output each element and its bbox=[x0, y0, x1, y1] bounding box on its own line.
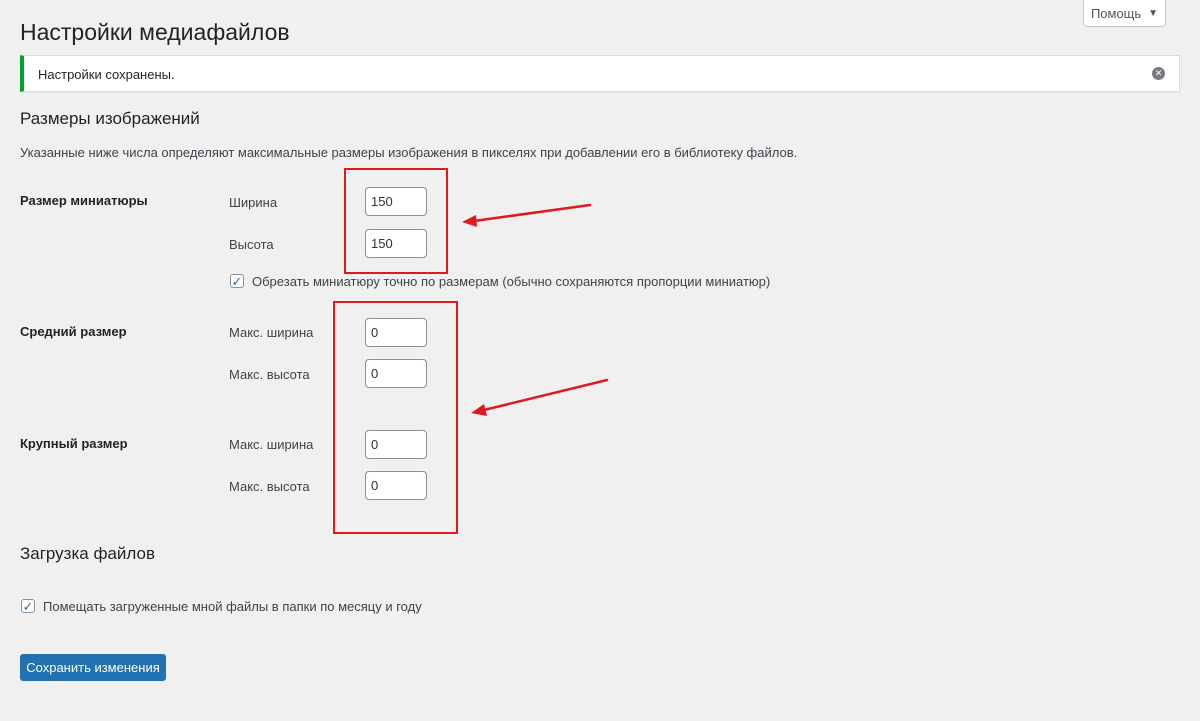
checkmark-icon: ✓ bbox=[22, 598, 34, 614]
thumbnail-width-input[interactable] bbox=[365, 187, 427, 216]
annotation-box-thumbnail bbox=[344, 168, 448, 274]
medium-size-label: Средний размер bbox=[20, 324, 127, 339]
checkmark-icon: ✓ bbox=[231, 273, 243, 289]
thumbnail-width-label: Ширина bbox=[229, 195, 278, 210]
large-height-label: Макс. высота bbox=[229, 479, 310, 494]
thumbnail-size-label: Размер миниатюры bbox=[20, 193, 148, 208]
notice-text: Настройки сохранены. bbox=[38, 67, 175, 82]
thumbnail-height-input[interactable] bbox=[365, 229, 427, 258]
large-width-input[interactable] bbox=[365, 430, 427, 459]
image-sizes-description: Указанные ниже числа определяют максимал… bbox=[20, 145, 798, 160]
image-sizes-heading: Размеры изображений bbox=[20, 109, 200, 128]
crop-thumbnail-checkbox[interactable]: ✓ bbox=[230, 274, 244, 288]
dismiss-icon[interactable]: ✕ bbox=[1152, 67, 1165, 80]
uploads-heading: Загрузка файлов bbox=[20, 544, 156, 563]
medium-width-input[interactable] bbox=[365, 318, 427, 347]
large-height-input[interactable] bbox=[365, 471, 427, 500]
annotation-arrow-sizes bbox=[471, 378, 609, 416]
medium-height-label: Макс. высота bbox=[229, 367, 310, 382]
page-title: Настройки медиафайлов bbox=[20, 19, 290, 45]
success-notice: Настройки сохранены. ✕ bbox=[20, 55, 1180, 92]
help-label: Помощь bbox=[1090, 5, 1142, 21]
medium-width-label: Макс. ширина bbox=[229, 325, 314, 340]
save-changes-button[interactable]: Сохранить изменения bbox=[20, 654, 166, 681]
crop-thumbnail-label: Обрезать миниатюру точно по размерам (об… bbox=[252, 274, 771, 289]
help-button[interactable]: Помощь ▼ bbox=[1083, 0, 1166, 27]
dropdown-arrow-icon: ▼ bbox=[1148, 7, 1159, 19]
medium-height-input[interactable] bbox=[365, 359, 427, 388]
annotation-arrow-thumbnail bbox=[462, 203, 592, 227]
large-size-label: Крупный размер bbox=[20, 436, 128, 451]
organize-uploads-checkbox[interactable]: ✓ bbox=[21, 599, 35, 613]
thumbnail-height-label: Высота bbox=[229, 237, 274, 252]
large-width-label: Макс. ширина bbox=[229, 437, 314, 452]
organize-uploads-label: Помещать загруженные мной файлы в папки … bbox=[43, 599, 422, 614]
